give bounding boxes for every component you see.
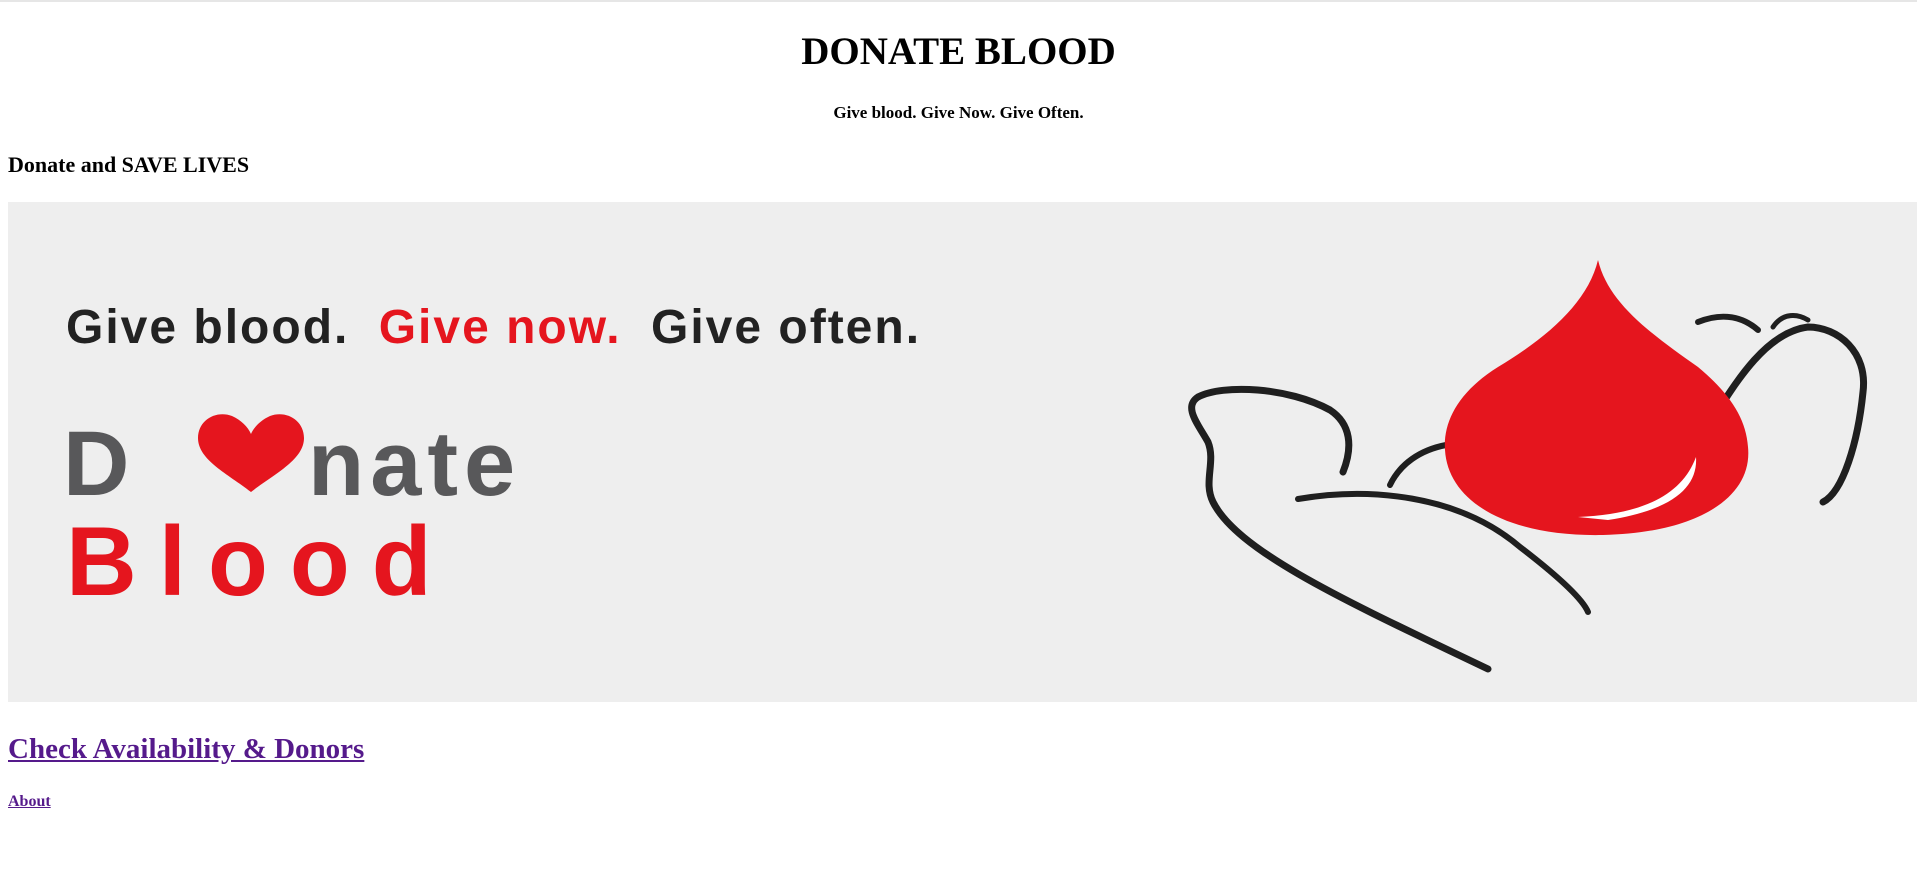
- check-availability-link[interactable]: Check Availability & Donors: [8, 731, 364, 767]
- banner-line-give-blood: Give blood.: [66, 301, 349, 354]
- top-rule: [0, 0, 1917, 2]
- banner-word-blood: Blood: [66, 506, 454, 616]
- banner-line-give-now: Give now.: [379, 301, 622, 354]
- heart-icon: [198, 414, 304, 492]
- section-heading: Donate and SAVE LIVES: [8, 152, 250, 177]
- svg-text:Give blood. Give now.: Give blood. Give now. Give often.: [66, 301, 921, 354]
- banner-word-donate-rest: nate: [308, 413, 521, 515]
- page-title: DONATE BLOOD: [801, 30, 1116, 73]
- banner-word-donate-d: D: [63, 413, 135, 515]
- donate-blood-banner: Give blood. Give now. Give often. D nate…: [8, 202, 1917, 702]
- banner-line-give-often: Give often.: [651, 301, 921, 354]
- page-tagline: Give blood. Give Now. Give Often.: [833, 103, 1084, 122]
- about-link[interactable]: About: [8, 792, 51, 812]
- blood-drop-icon: [1444, 260, 1749, 536]
